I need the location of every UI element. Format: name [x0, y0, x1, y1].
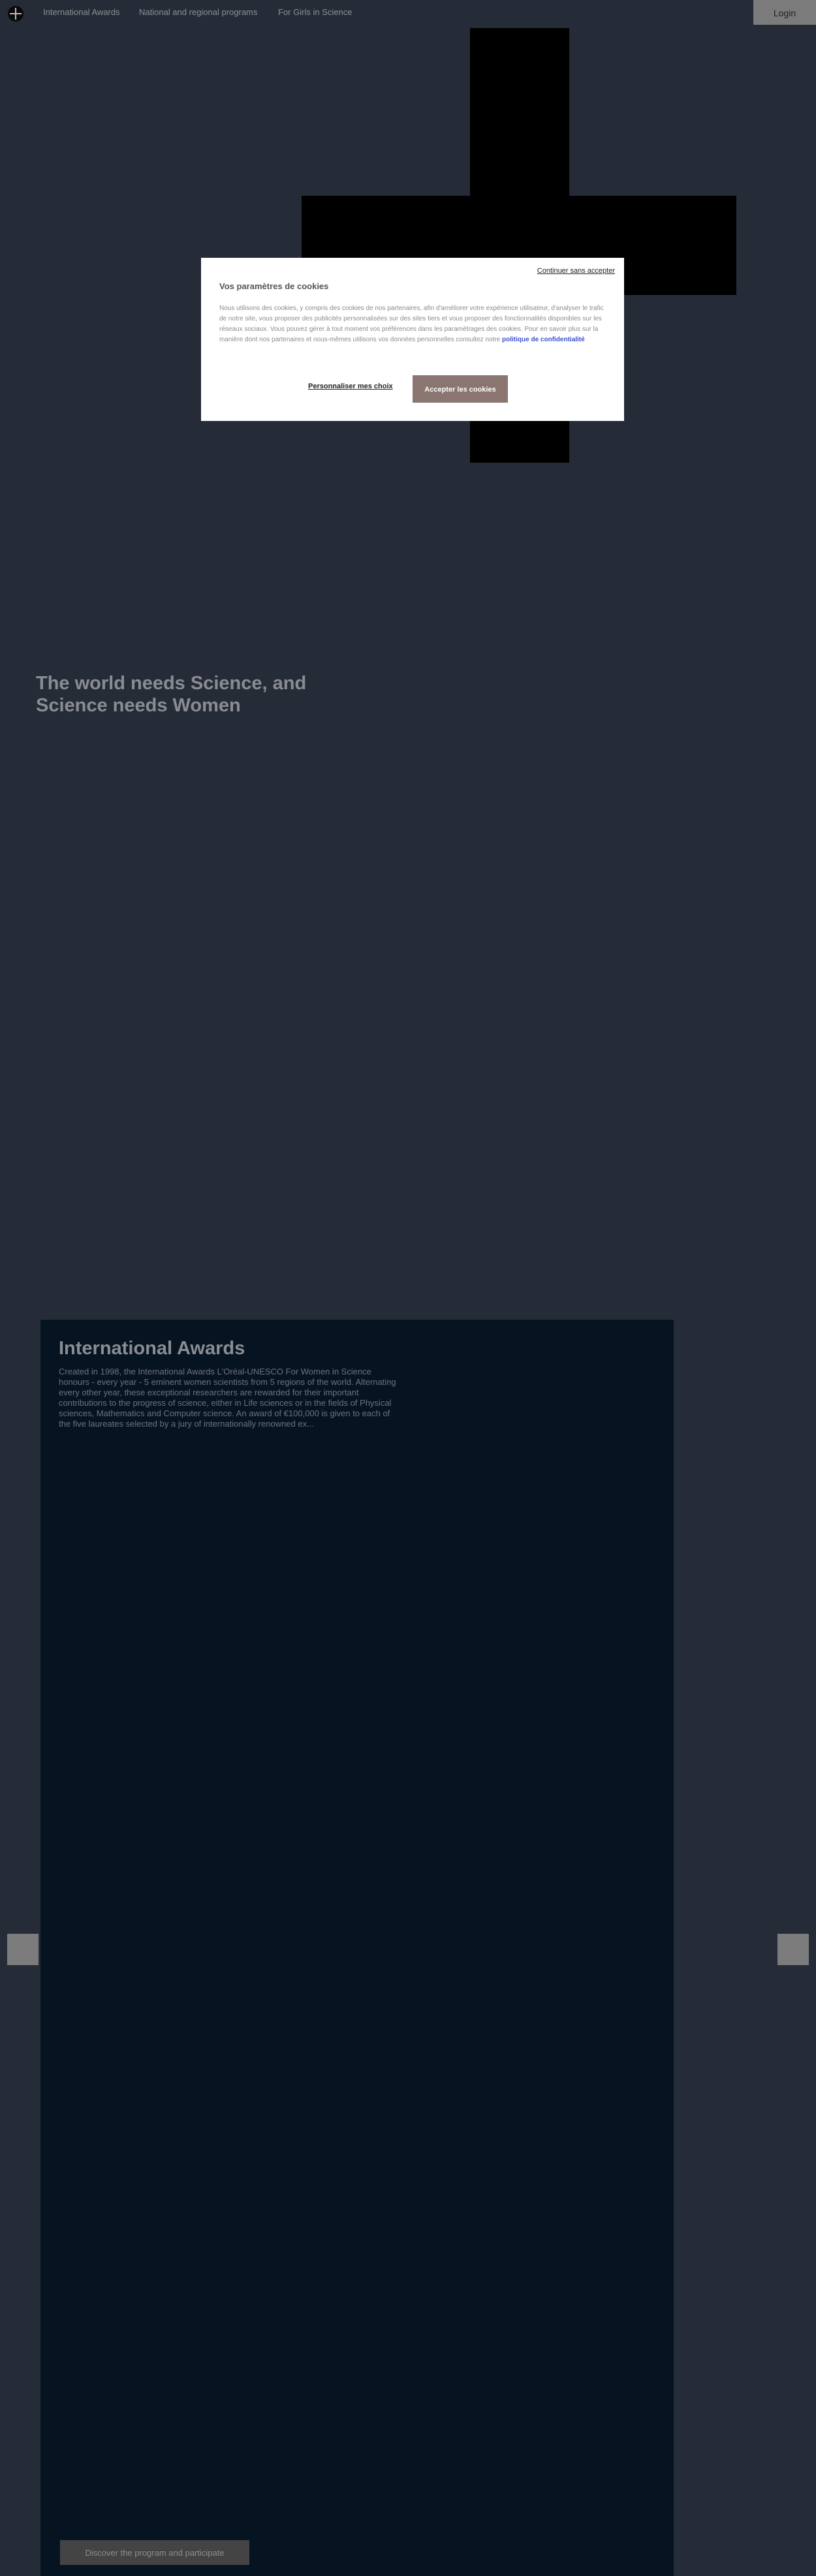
page: { "nav": { "logo_icon": "lotus-cross-log… [0, 0, 816, 2576]
logo-horizontal-bar [10, 13, 22, 14]
customize-choices-link[interactable]: Personnaliser mes choix [308, 382, 393, 390]
lotus-cross-logo-icon[interactable] [8, 6, 24, 22]
nav-item-for-girls-in-science[interactable]: For Girls in Science [278, 7, 352, 17]
accept-cookies-button[interactable]: Accepter les cookies [413, 375, 508, 403]
international-awards-panel: International Awards Created in 1998, th… [40, 1320, 674, 2576]
arrow-right-icon[interactable] [777, 1934, 809, 1965]
arrow-left-icon[interactable] [7, 1934, 39, 1965]
login-button[interactable]: Login [753, 0, 816, 25]
awards-title: International Awards [59, 1338, 245, 1359]
discover-program-button[interactable]: Discover the program and participate [60, 2540, 249, 2565]
nav-item-international-awards[interactable]: International Awards [43, 7, 120, 17]
cookie-modal-title: Vos paramètres de cookies [219, 281, 329, 291]
cookie-modal-text: Nous utilisons des cookies, y compris de… [219, 303, 611, 345]
awards-description: Created in 1998, the International Award… [59, 1367, 396, 1429]
privacy-policy-link[interactable]: politique de confidentialité [502, 336, 585, 343]
continue-without-accepting-link[interactable]: Continuer sans accepter [537, 267, 615, 275]
top-navigation: International Awards National and region… [0, 0, 816, 25]
hero-title: The world needs Science, and Science nee… [36, 673, 307, 716]
cookie-consent-modal: Continuer sans accepter Vos paramètres d… [201, 258, 624, 421]
nav-item-national-regional-programs[interactable]: National and regional programs [139, 7, 257, 17]
